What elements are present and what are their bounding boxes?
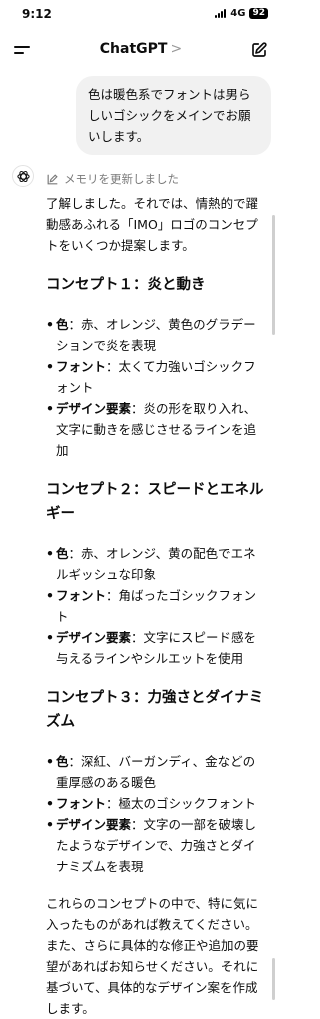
new-chat-edit-icon[interactable]	[250, 41, 268, 59]
memory-pencil-icon	[47, 173, 58, 184]
item-label: フォント	[56, 796, 107, 811]
concept-list: 色：赤、オレンジ、黄の配色でエネルギッシュな印象 フォント：角ばったゴシックフォ…	[46, 543, 266, 669]
nav-title: ChatGPT	[99, 41, 168, 57]
item-text: ：赤、オレンジ、黄色のグラデーションで炎を表現	[56, 317, 256, 353]
item-label: 色	[56, 546, 69, 561]
list-item: 色：赤、オレンジ、黄の配色でエネルギッシュな印象	[46, 543, 266, 585]
memory-updated-notice[interactable]: メモリを更新しました	[46, 171, 179, 187]
item-label: デザイン要素	[56, 401, 132, 416]
chevron-right-icon: >	[170, 41, 183, 57]
assistant-intro: 了解しました。それでは、情熱的で躍動感あふれる「IMO」ロゴのコンセプトをいくつ…	[46, 196, 259, 253]
list-item: フォント：太くて力強いゴシックフォント	[46, 356, 266, 398]
item-text: ：深紅、バーガンディ、金などの重厚感のある暖色	[56, 754, 256, 790]
assistant-message: 了解しました。それでは、情熱的で躍動感あふれる「IMO」ロゴのコンセプトをいくつ…	[46, 193, 266, 1019]
list-item: 色：赤、オレンジ、黄色のグラデーションで炎を表現	[46, 314, 266, 356]
battery-icon: 92	[249, 8, 268, 19]
user-message-bubble: 色は暖色系でフォントは男らしいゴシックをメインでお願いします。	[76, 76, 271, 155]
item-label: 色	[56, 754, 69, 769]
item-label: フォント	[56, 359, 107, 374]
model-selector[interactable]: ChatGPT >	[0, 41, 282, 57]
list-item: デザイン要素：文字にスピード感を与えるラインやシルエットを使用	[46, 627, 266, 669]
openai-logo-icon	[12, 165, 34, 187]
nav-bar: ChatGPT >	[0, 34, 282, 66]
status-time: 9:12	[22, 7, 52, 21]
signal-icon	[215, 9, 227, 18]
list-item: デザイン要素：文字の一部を破壊したようなデザインで、力強さとダイナミズムを表現	[46, 814, 266, 877]
status-bar: 9:12 4G 92	[0, 0, 282, 28]
item-text: ：赤、オレンジ、黄の配色でエネルギッシュな印象	[56, 546, 256, 582]
assistant-closing: これらのコンセプトの中で、特に気に入ったものがあれば教えてください。また、さらに…	[46, 896, 259, 1016]
status-indicators: 4G 92	[215, 8, 268, 19]
network-type: 4G	[230, 8, 246, 19]
concept-heading: コンセプト１：炎と動き	[46, 277, 206, 293]
list-item: フォント：極太のゴシックフォント	[46, 793, 266, 814]
concept-heading: コンセプト３：力強さとダイナミズム	[46, 690, 264, 730]
item-label: デザイン要素	[56, 630, 132, 645]
concept-list: 色：赤、オレンジ、黄色のグラデーションで炎を表現 フォント：太くて力強いゴシック…	[46, 314, 266, 461]
concept-heading: コンセプト２：スピードとエネルギー	[46, 482, 264, 522]
item-label: フォント	[56, 588, 107, 603]
scrollbar-thumb[interactable]	[272, 958, 275, 1000]
item-label: デザイン要素	[56, 817, 132, 832]
concept-list: 色：深紅、バーガンディ、金などの重厚感のある暖色 フォント：極太のゴシックフォン…	[46, 751, 266, 877]
list-item: フォント：角ばったゴシックフォント	[46, 585, 266, 627]
memory-notice-text: メモリを更新しました	[64, 172, 179, 186]
list-item: デザイン要素：炎の形を取り入れ、文字に動きを感じさせるラインを追加	[46, 398, 266, 461]
list-item: 色：深紅、バーガンディ、金などの重厚感のある暖色	[46, 751, 266, 793]
item-label: 色	[56, 317, 69, 332]
scrollbar-thumb[interactable]	[272, 215, 275, 335]
item-text: ：極太のゴシックフォント	[106, 796, 257, 811]
